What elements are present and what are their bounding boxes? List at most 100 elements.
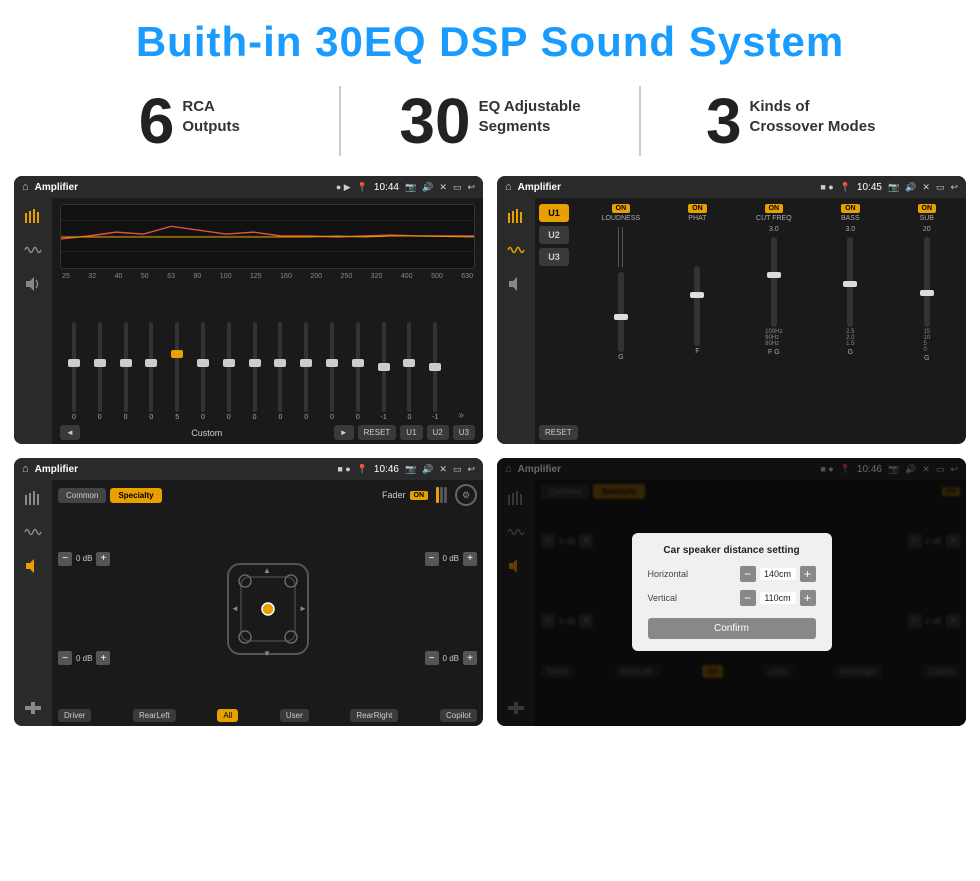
eq-slider-6[interactable]: 0	[217, 322, 241, 421]
window2-icon[interactable]: ▭	[936, 182, 945, 193]
speaker2-icon[interactable]	[503, 274, 529, 294]
dialog-vertical-row: Vertical − 110cm +	[648, 590, 816, 606]
speaker3-icon[interactable]	[20, 556, 46, 576]
db-plus-tr[interactable]: +	[463, 552, 477, 566]
copilot-btn[interactable]: Copilot	[440, 709, 477, 722]
close2-icon[interactable]: ✕	[922, 182, 930, 193]
vertical-minus[interactable]: −	[740, 590, 756, 606]
home-icon-2[interactable]: ⌂	[505, 181, 512, 193]
back3-icon[interactable]: ↩	[467, 464, 475, 475]
confirm-button[interactable]: Confirm	[648, 618, 816, 639]
vertical-value: 110cm	[760, 592, 796, 604]
close3-icon[interactable]: ✕	[439, 464, 447, 475]
u2-btn[interactable]: U2	[539, 226, 569, 244]
wave-icon[interactable]	[20, 240, 46, 260]
eq-prev-btn[interactable]: ◄	[60, 425, 80, 440]
channel-sub: ON SUB 20 151050 G	[892, 204, 962, 440]
eq-slider-8[interactable]: 0	[269, 322, 293, 421]
user3-btn[interactable]: User	[280, 709, 309, 722]
wave3-icon[interactable]	[20, 522, 46, 542]
eq-slider-2[interactable]: 0	[114, 322, 138, 421]
svg-text:►: ►	[299, 604, 307, 613]
eq2-icon[interactable]	[503, 206, 529, 226]
screen3-sidebar	[14, 480, 52, 726]
horizontal-minus[interactable]: −	[740, 566, 756, 582]
db-minus-br[interactable]: −	[425, 651, 439, 665]
phat-slider[interactable]	[694, 266, 700, 346]
u3-btn[interactable]: U3	[539, 248, 569, 266]
db-minus-tr[interactable]: −	[425, 552, 439, 566]
window3-icon[interactable]: ▭	[453, 464, 462, 475]
db-plus-tl[interactable]: +	[96, 552, 110, 566]
amp-reset-btn[interactable]: RESET	[539, 425, 578, 440]
home-icon[interactable]: ⌂	[22, 181, 29, 193]
eq-slider-3[interactable]: 0	[139, 322, 163, 421]
bass-on[interactable]: ON	[841, 204, 860, 213]
horizontal-label: Horizontal	[648, 569, 708, 579]
db-minus-tl[interactable]: −	[58, 552, 72, 566]
eq-slider-10[interactable]: 0	[320, 322, 344, 421]
vertical-plus[interactable]: +	[800, 590, 816, 606]
cutfreq-on[interactable]: ON	[765, 204, 784, 213]
db-minus-bl[interactable]: −	[58, 651, 72, 665]
db-plus-br[interactable]: +	[463, 651, 477, 665]
screen2-topbar: ⌂ Amplifier ■ ● 📍 10:45 📷 🔊 ✕ ▭ ↩	[497, 176, 966, 198]
back2-icon[interactable]: ↩	[950, 182, 958, 193]
eq-slider-13[interactable]: 0	[398, 322, 422, 421]
channel-bass: ON BASS 3.0 2.52.01.5 G	[815, 204, 885, 440]
screen-fader: ⌂ Amplifier ■ ● 📍 10:46 📷 🔊 ✕ ▭ ↩	[14, 458, 483, 726]
bass-slider[interactable]	[847, 237, 853, 327]
eq-slider-7[interactable]: 0	[243, 322, 267, 421]
volume3-icon: 🔊	[422, 464, 433, 475]
db-plus-bl[interactable]: +	[96, 651, 110, 665]
eq-u2-btn[interactable]: U2	[427, 425, 449, 440]
fader-on[interactable]: ON	[410, 491, 429, 500]
eq-u1-btn[interactable]: U1	[400, 425, 422, 440]
eq-slider-11[interactable]: 0	[346, 322, 370, 421]
eq-next-btn[interactable]: ►	[334, 425, 354, 440]
window-icon[interactable]: ▭	[453, 182, 462, 193]
amp-channels: ON LOUDNESS G ON PHAT	[586, 204, 962, 440]
eq-slider-5[interactable]: 0	[191, 322, 215, 421]
phat-on[interactable]: ON	[688, 204, 707, 213]
speaker-icon[interactable]	[20, 274, 46, 294]
home-icon-3[interactable]: ⌂	[22, 463, 29, 475]
eq-slider-14[interactable]: -1	[423, 322, 447, 421]
dot-icon: ● ▶	[336, 182, 351, 193]
close-icon[interactable]: ✕	[439, 182, 447, 193]
u1-btn[interactable]: U1	[539, 204, 569, 222]
cutfreq-slider[interactable]	[771, 237, 777, 327]
horizontal-plus[interactable]: +	[800, 566, 816, 582]
tab-specialty[interactable]: Specialty	[110, 488, 161, 503]
eq-more[interactable]: »	[449, 410, 473, 421]
eq-slider-9[interactable]: 0	[294, 322, 318, 421]
channel-loudness: ON LOUDNESS G	[586, 204, 656, 440]
eq-preset-label: Custom	[84, 428, 330, 438]
eq-icon[interactable]	[20, 206, 46, 226]
eq-u3-btn[interactable]: U3	[453, 425, 475, 440]
eq-reset-btn[interactable]: RESET	[358, 425, 397, 440]
balance3-icon[interactable]	[20, 698, 46, 718]
screen3-title: Amplifier	[35, 464, 332, 475]
eq-slider-0[interactable]: 0	[62, 322, 86, 421]
loudness-on[interactable]: ON	[612, 204, 631, 213]
back-icon[interactable]: ↩	[467, 182, 475, 193]
eq3-icon[interactable]	[20, 488, 46, 508]
db-val-tr: 0 dB	[443, 554, 459, 563]
rear-left-btn[interactable]: RearLeft	[133, 709, 176, 722]
sub-slider[interactable]	[924, 237, 930, 327]
svg-text:▼: ▼	[263, 649, 271, 658]
freq-200: 200	[310, 273, 322, 280]
eq-slider-4[interactable]: 5	[165, 322, 189, 421]
rear-right-btn[interactable]: RearRight	[350, 709, 398, 722]
eq-slider-1[interactable]: 0	[88, 322, 112, 421]
sub-on[interactable]: ON	[918, 204, 937, 213]
loudness-slider[interactable]	[618, 272, 624, 352]
eq-slider-12[interactable]: -1	[372, 322, 396, 421]
tab-common[interactable]: Common	[58, 488, 106, 503]
screen2-sidebar	[497, 198, 535, 444]
wave2-icon[interactable]	[503, 240, 529, 260]
settings-icon[interactable]: ⚙	[455, 484, 477, 506]
all-btn[interactable]: All	[217, 709, 238, 722]
driver-btn[interactable]: Driver	[58, 709, 91, 722]
